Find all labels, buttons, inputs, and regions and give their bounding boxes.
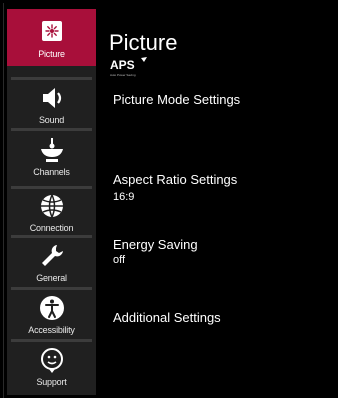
setting-name: Additional Settings (113, 310, 221, 325)
picture-icon (41, 20, 62, 41)
support-icon (40, 348, 63, 373)
sidebar-item-channels[interactable]: Channels (7, 135, 96, 177)
sidebar-divider (11, 287, 92, 290)
speaker-icon (42, 88, 61, 108)
accessibility-icon (39, 296, 64, 320)
sidebar-item-accessibility[interactable]: Accessibility (7, 293, 96, 335)
sidebar-item-label: Sound (38, 115, 65, 125)
settings-sidebar: Picture Sound Channels Connection Genera… (7, 9, 96, 395)
setting-name: Picture Mode Settings (113, 92, 241, 107)
page-title: Picture (109, 30, 178, 55)
globe-icon (40, 194, 63, 218)
aspect-ratio-settings[interactable]: Aspect Ratio Settings 16:9 (113, 172, 237, 204)
sidebar-item-label: Connection (29, 223, 74, 233)
sidebar-item-connection[interactable]: Connection (7, 191, 96, 233)
additional-settings[interactable]: Additional Settings (113, 310, 221, 326)
sidebar-item-label: General (36, 273, 67, 283)
setting-value: off (113, 254, 126, 266)
antenna-icon (40, 138, 63, 162)
settings-panel: Picture APS Auto Power Saving Picture Mo… (107, 0, 338, 398)
sidebar-item-general[interactable]: General (7, 241, 96, 283)
aps-logo: APS Auto Power Saving (110, 57, 147, 77)
sidebar-item-sound[interactable]: Sound (7, 83, 96, 125)
svg-text:APS: APS (110, 58, 135, 72)
sidebar-divider (11, 128, 92, 131)
sidebar-item-label: Channels (33, 167, 70, 177)
sidebar-item-picture[interactable]: Picture (7, 9, 96, 66)
sidebar-item-support[interactable]: Support (7, 345, 96, 387)
picture-mode-settings[interactable]: Picture Mode Settings (113, 92, 240, 108)
wrench-icon (41, 245, 63, 266)
sidebar-item-label: Support (36, 377, 67, 387)
svg-text:Auto Power Saving: Auto Power Saving (110, 73, 136, 77)
sidebar-item-label: Picture (38, 48, 65, 59)
sidebar-divider (11, 339, 92, 342)
sidebar-item-label: Accessibility (28, 325, 75, 335)
sidebar-divider (11, 77, 92, 80)
setting-name: Aspect Ratio Settings (113, 172, 238, 187)
sidebar-divider (11, 235, 92, 238)
setting-value: 16:9 (113, 191, 135, 203)
energy-saving-settings[interactable]: Energy Saving off (113, 237, 198, 267)
sidebar-divider (11, 186, 92, 189)
setting-name: Energy Saving (113, 237, 198, 252)
